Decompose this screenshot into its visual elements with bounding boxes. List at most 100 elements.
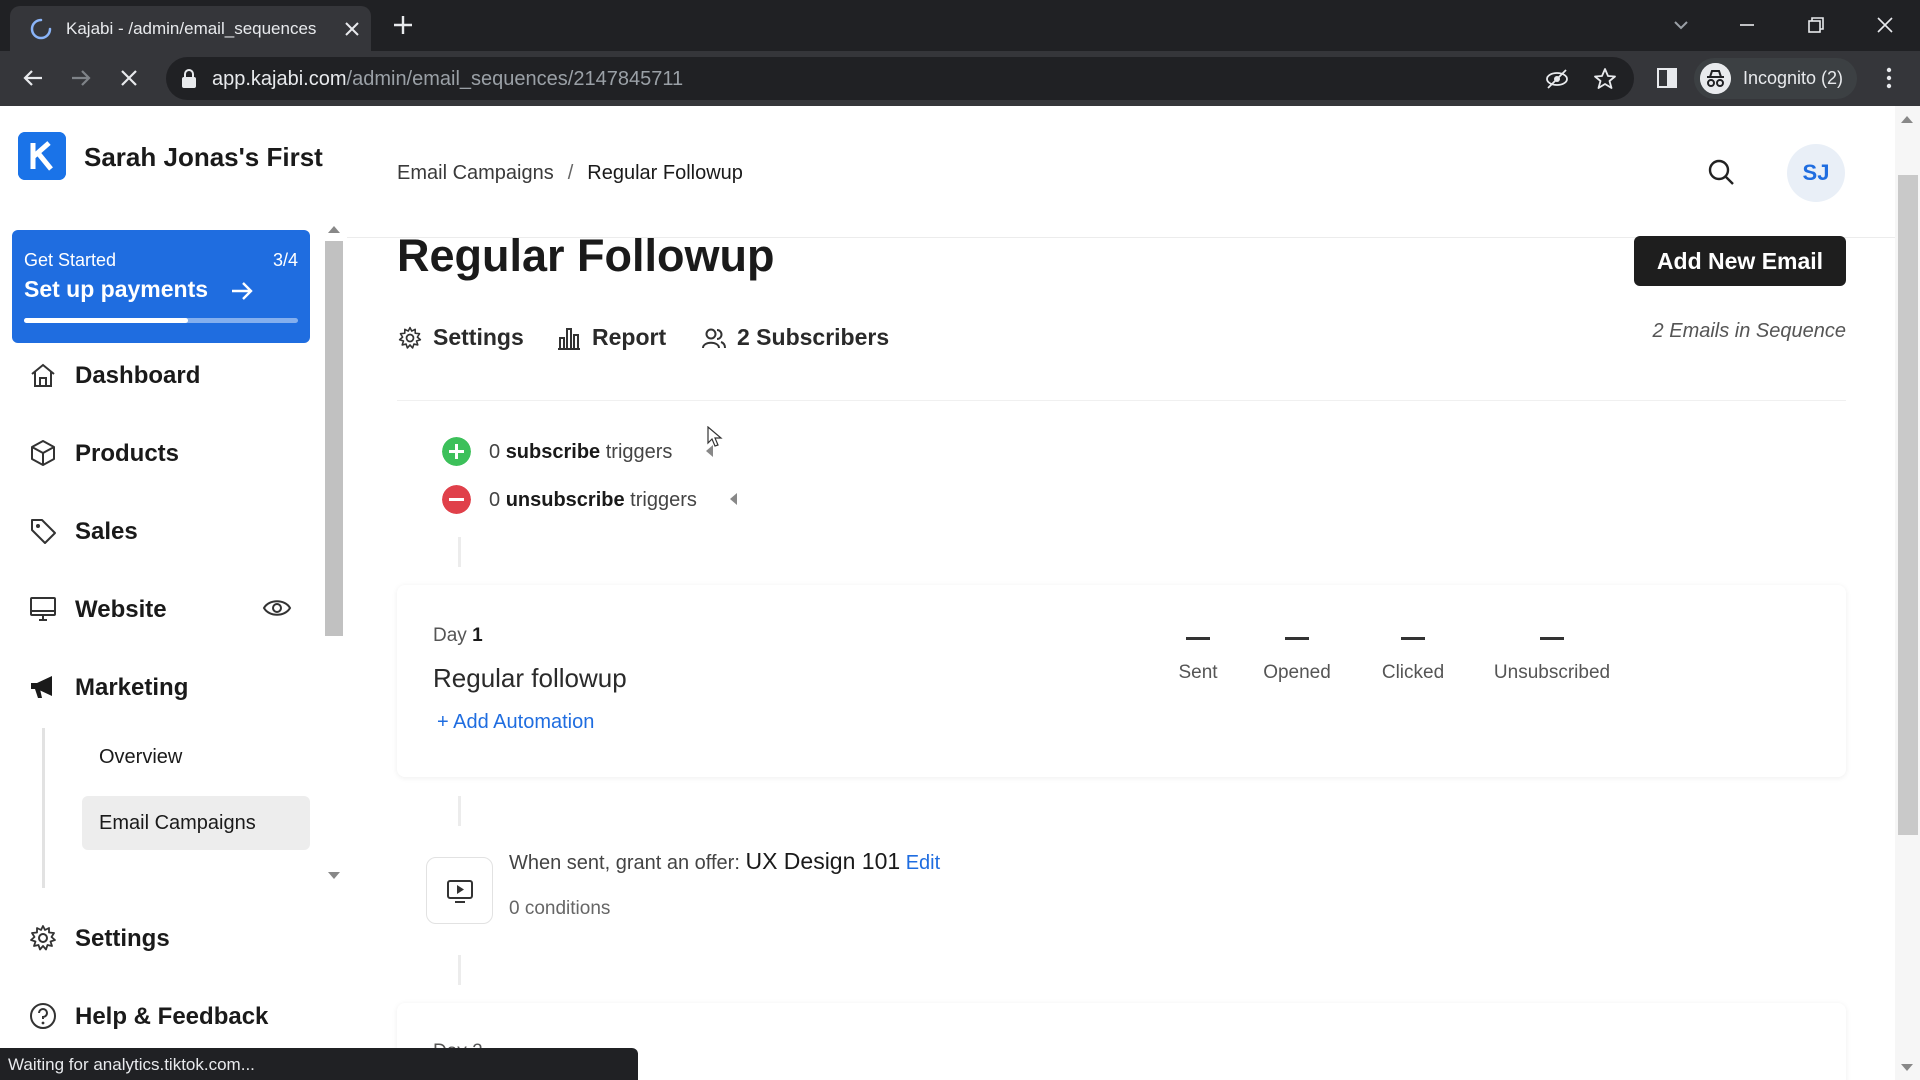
divider [397,400,1846,401]
email-title[interactable]: Regular followup [433,663,627,694]
minimize-icon[interactable] [1730,8,1764,42]
kajabi-logo-icon[interactable] [18,132,66,180]
stat-label: Sent [1178,662,1218,683]
add-automation-link[interactable]: + Add Automation [437,711,594,734]
forward-icon[interactable] [66,63,96,93]
edit-automation-link[interactable]: Edit [906,852,940,874]
stat-opened: Opened [1247,637,1347,684]
browser-status-bar: Waiting for analytics.tiktok.com... [0,1048,638,1080]
offer-name: UX Design 101 [745,848,901,874]
sidebar-scroll-up[interactable] [328,226,340,233]
sidebar-item-products[interactable]: Products [0,427,320,477]
stop-loading-icon[interactable] [114,63,144,93]
sidebar-item-help[interactable]: Help & Feedback [0,990,320,1040]
tracking-blocked-icon[interactable] [1544,66,1570,92]
tab-label: 2 Subscribers [737,324,890,350]
page-scroll-down[interactable] [1901,1064,1913,1071]
day-label: Day [433,625,467,646]
url-text[interactable]: app.kajabi.com/admin/email_sequences/214… [212,68,683,91]
gear-icon [398,326,422,349]
submenu-fade [82,874,312,892]
sidebar-item-marketing[interactable]: Marketing [0,661,320,711]
promo-progress-fill [24,318,189,323]
email-card[interactable]: Day 1 Regular followup + Add Automation … [397,585,1846,777]
caret-left-icon[interactable] [730,493,737,505]
page-title: Regular Followup [397,230,775,281]
add-new-email-button[interactable]: Add New Email [1634,236,1846,286]
add-automation-label: Add Automation [453,711,595,733]
page-scrollbar-thumb[interactable] [1898,175,1918,835]
get-started-card[interactable]: Get Started 3/4 Set up payments [12,230,310,343]
incognito-profile-button[interactable]: Incognito (2) [1694,58,1857,99]
automation-prefix: When sent, grant an offer: [509,852,740,874]
stat-value-dash [1186,637,1210,640]
promo-kicker: Get Started [24,250,117,270]
breadcrumb-parent[interactable]: Email Campaigns [397,162,554,184]
minus-circle-icon [442,485,471,514]
address-bar[interactable]: app.kajabi.com/admin/email_sequences/214… [166,57,1634,100]
side-panel-icon[interactable] [1652,63,1682,93]
eye-icon[interactable] [262,596,292,620]
stat-sent: Sent [1158,637,1238,684]
sidebar-item-sales[interactable]: Sales [0,505,320,555]
megaphone-icon [31,676,52,698]
email-day: Day 1 [433,625,483,647]
browser-tab-bar: Kajabi - /admin/email_sequences [0,0,1920,51]
sidebar-item-label: Marketing [75,674,189,701]
sidebar-item-dashboard[interactable]: Dashboard [0,349,320,399]
subscribe-suffix: triggers [605,441,673,463]
sidebar-subitem-label: Email Campaigns [99,812,256,834]
unsubscribe-suffix: triggers [630,489,697,511]
sidebar-item-label: Help & Feedback [75,1003,269,1030]
automation-conditions: 0 conditions [509,898,611,919]
sequence-connector [458,955,461,985]
stat-label: Opened [1263,662,1331,683]
breadcrumb-separator: / [567,162,574,184]
sidebar-scrollbar-thumb[interactable] [325,241,343,636]
box-icon [31,440,55,466]
automation-description: When sent, grant an offer: UX Design 101… [509,848,940,875]
back-icon[interactable] [18,63,48,93]
breadcrumb: Email Campaigns / Regular Followup [397,162,743,185]
lock-icon[interactable] [180,69,198,89]
top-header: Email Campaigns / Regular Followup SJ [347,106,1895,238]
bookmark-star-icon[interactable] [1592,66,1618,92]
restore-icon[interactable] [1799,8,1833,42]
close-window-icon[interactable] [1868,8,1902,42]
stat-clicked: Clicked [1363,637,1463,684]
breadcrumb-current: Regular Followup [587,162,743,184]
search-icon[interactable] [1707,158,1735,186]
unsubscribe-count: 0 [489,489,501,511]
site-name[interactable]: Sarah Jonas's First [84,142,323,173]
incognito-icon [1700,63,1731,94]
avatar[interactable]: SJ [1787,144,1845,202]
browser-tab[interactable]: Kajabi - /admin/email_sequences [10,6,371,51]
stat-label: Clicked [1381,662,1445,683]
url-path: /admin/email_sequences/2147845711 [346,68,684,90]
subscribe-keyword: subscribe [505,441,601,463]
stat-value-dash [1401,637,1425,640]
bar-chart-icon [558,328,580,350]
sidebar-item-label: Website [75,596,167,623]
tab-label: Report [592,324,667,350]
sidebar-subitem-overview[interactable]: Overview [82,730,310,784]
url-host: app.kajabi.com [212,68,347,90]
sidebar-subitem-label: Overview [99,746,183,768]
new-tab-icon[interactable] [390,12,416,38]
sidebar-item-settings[interactable]: Settings [0,912,320,962]
mouse-cursor-icon [707,426,723,447]
sidebar-item-label: Settings [75,925,170,952]
page-scroll-up[interactable] [1901,116,1913,123]
sidebar-item-website[interactable]: Website [0,583,320,633]
sidebar-scroll-down[interactable] [328,872,340,879]
sidebar: Sarah Jonas's First Get Started 3/4 Set … [0,106,347,1080]
users-icon [702,328,726,349]
browser-menu-icon[interactable] [1874,63,1904,93]
promo-title: Set up payments [24,276,209,302]
tab-search-icon[interactable] [1664,8,1698,42]
stat-label: Unsubscribed [1493,662,1611,683]
close-tab-icon[interactable] [340,17,364,41]
sidebar-subitem-email-campaigns[interactable]: Email Campaigns [82,796,310,850]
stat-value-dash [1540,637,1564,640]
subscribe-count: 0 [489,441,501,463]
